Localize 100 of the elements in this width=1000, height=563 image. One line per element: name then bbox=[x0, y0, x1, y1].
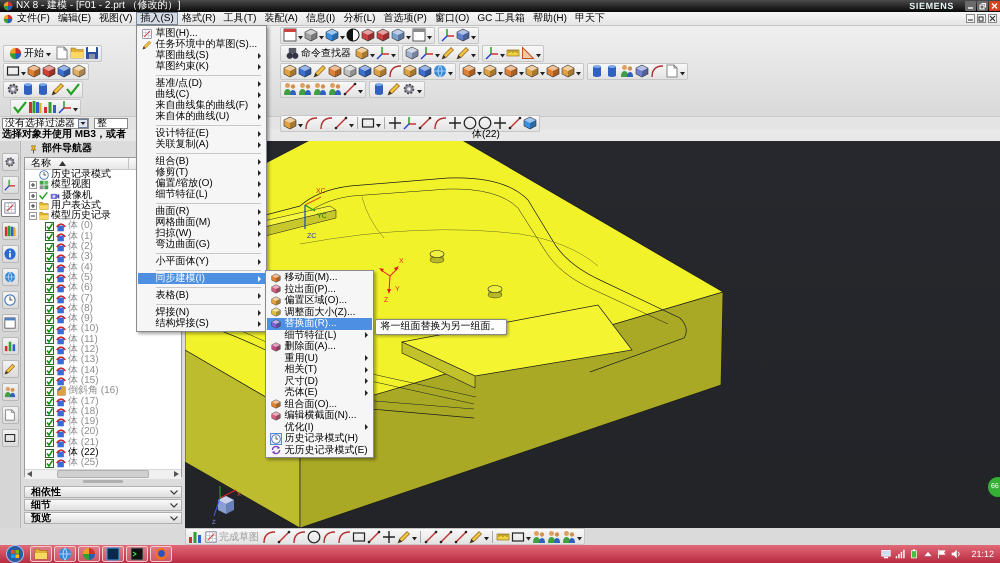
cylinder-icon[interactable] bbox=[590, 64, 604, 78]
cube-icon[interactable] bbox=[358, 64, 372, 78]
triangle-icon[interactable] bbox=[521, 46, 535, 60]
circle-icon[interactable] bbox=[307, 530, 321, 544]
menu-item[interactable]: 细节特征(L) bbox=[267, 330, 372, 341]
menu-item[interactable]: 来自曲线集的曲线(F) bbox=[138, 100, 266, 111]
caret-icon[interactable] bbox=[477, 72, 482, 76]
window-icon[interactable] bbox=[283, 28, 297, 42]
menu-item[interactable]: 曲线(C) bbox=[138, 89, 266, 100]
cube-icon[interactable] bbox=[523, 116, 537, 130]
cube-icon[interactable] bbox=[343, 64, 357, 78]
taskbar-clock[interactable]: 21:12 bbox=[971, 548, 994, 560]
cylinder-icon[interactable] bbox=[372, 82, 386, 96]
cube-icon[interactable] bbox=[72, 64, 86, 78]
menu-item[interactable]: 调整面大小(Z)... bbox=[267, 306, 372, 318]
rectangle-icon[interactable] bbox=[6, 64, 20, 78]
caret-icon[interactable] bbox=[406, 36, 411, 40]
people-icon[interactable] bbox=[620, 64, 634, 78]
menu-item[interactable]: 编辑(E) bbox=[54, 12, 96, 25]
arc-icon[interactable] bbox=[433, 116, 447, 130]
line-icon[interactable] bbox=[343, 82, 357, 96]
splitter-handle[interactable] bbox=[83, 480, 123, 483]
arc-icon[interactable] bbox=[322, 530, 336, 544]
cube-icon[interactable] bbox=[403, 64, 417, 78]
line-icon[interactable] bbox=[277, 530, 291, 544]
menu-item[interactable]: 壳体(E) bbox=[267, 387, 372, 398]
caret-icon[interactable] bbox=[46, 52, 51, 56]
caret-icon[interactable] bbox=[526, 537, 531, 541]
pencil-icon[interactable] bbox=[441, 46, 455, 60]
menu-item[interactable]: 文件(F) bbox=[13, 12, 54, 25]
menu-item[interactable]: 偏置区域(O)... bbox=[267, 295, 372, 306]
menu-item[interactable]: 格式(R) bbox=[178, 12, 220, 25]
people-icon[interactable] bbox=[562, 530, 576, 544]
caret-icon[interactable] bbox=[435, 54, 440, 58]
line-icon[interactable] bbox=[424, 530, 438, 544]
checkmark-icon[interactable] bbox=[13, 100, 27, 114]
caret-icon[interactable] bbox=[417, 90, 422, 94]
menu-item[interactable]: 移动面(M)... bbox=[267, 272, 372, 284]
checkmark-icon[interactable] bbox=[66, 82, 80, 96]
arc-icon[interactable] bbox=[650, 64, 664, 78]
caret-icon[interactable] bbox=[519, 72, 524, 76]
menu-item[interactable]: 分析(L) bbox=[339, 12, 380, 25]
people-icon[interactable] bbox=[532, 530, 546, 544]
cube-icon[interactable] bbox=[361, 28, 375, 42]
cylinder-icon[interactable] bbox=[21, 82, 35, 96]
caret-icon[interactable] bbox=[471, 36, 476, 40]
checkbox[interactable] bbox=[45, 294, 54, 304]
menu-item[interactable]: 历史记录模式(H) bbox=[267, 433, 372, 444]
resource-tab[interactable] bbox=[0, 199, 20, 217]
cube-icon[interactable] bbox=[456, 28, 470, 42]
menu-item[interactable]: 设计特征(E) bbox=[138, 128, 266, 139]
bar-chart-icon[interactable] bbox=[188, 530, 202, 544]
arc-icon[interactable] bbox=[262, 530, 276, 544]
panel-header[interactable]: 预览 bbox=[24, 512, 182, 524]
menu-item[interactable]: 无历史记录模式(E) bbox=[267, 444, 372, 456]
menu-item[interactable]: 视图(V) bbox=[95, 12, 136, 25]
cube-icon[interactable] bbox=[504, 64, 518, 78]
cube-icon[interactable] bbox=[561, 64, 575, 78]
rectangle-icon[interactable] bbox=[352, 530, 366, 544]
cube-icon[interactable] bbox=[391, 28, 405, 42]
half-disc-icon[interactable] bbox=[346, 28, 360, 42]
caret-icon[interactable] bbox=[427, 36, 432, 40]
cylinder-icon[interactable] bbox=[36, 82, 50, 96]
plus-icon[interactable] bbox=[493, 116, 507, 130]
caret-icon[interactable] bbox=[73, 108, 78, 112]
caret-icon[interactable] bbox=[498, 72, 503, 76]
menu-item[interactable]: 编辑横截面(N)... bbox=[267, 410, 372, 422]
cube-icon[interactable] bbox=[483, 64, 497, 78]
arc-icon[interactable] bbox=[388, 64, 402, 78]
checkbox[interactable] bbox=[45, 263, 54, 272]
caret-icon[interactable] bbox=[448, 72, 453, 76]
arc-icon[interactable] bbox=[292, 530, 306, 544]
cube-icon[interactable] bbox=[355, 46, 369, 60]
axes-icon[interactable] bbox=[485, 46, 499, 60]
caret-icon[interactable] bbox=[680, 72, 685, 76]
cube-icon[interactable] bbox=[546, 64, 560, 78]
cube-icon[interactable] bbox=[325, 28, 339, 42]
menu-item[interactable]: 工具(T) bbox=[220, 12, 260, 25]
battery-icon[interactable] bbox=[909, 549, 920, 559]
books-icon[interactable] bbox=[28, 100, 42, 114]
selection-filter-dropdown[interactable]: 没有选择过滤器 bbox=[2, 118, 89, 128]
checkbox[interactable] bbox=[45, 232, 54, 242]
caret-icon[interactable] bbox=[471, 54, 476, 58]
axes-icon[interactable] bbox=[403, 116, 417, 130]
checkbox[interactable] bbox=[45, 366, 54, 376]
checkbox[interactable] bbox=[45, 284, 54, 293]
pencil-icon[interactable] bbox=[387, 82, 401, 96]
bar-chart-icon[interactable] bbox=[43, 100, 57, 114]
menu-item[interactable]: 草图(H)... bbox=[138, 28, 266, 39]
cube-icon[interactable] bbox=[283, 64, 297, 78]
caret-icon[interactable] bbox=[500, 54, 505, 58]
start-button[interactable]: 开始 bbox=[6, 46, 54, 60]
caret-icon[interactable] bbox=[484, 537, 489, 541]
menu-item[interactable]: 组合面(O)... bbox=[267, 398, 372, 410]
menu-item[interactable]: 优化(I) bbox=[267, 422, 372, 433]
line-icon[interactable] bbox=[418, 116, 432, 130]
plus-icon[interactable] bbox=[388, 116, 402, 130]
square-app-icon[interactable] bbox=[102, 546, 124, 562]
checkbox[interactable] bbox=[45, 222, 54, 232]
plus-icon[interactable] bbox=[382, 530, 396, 544]
